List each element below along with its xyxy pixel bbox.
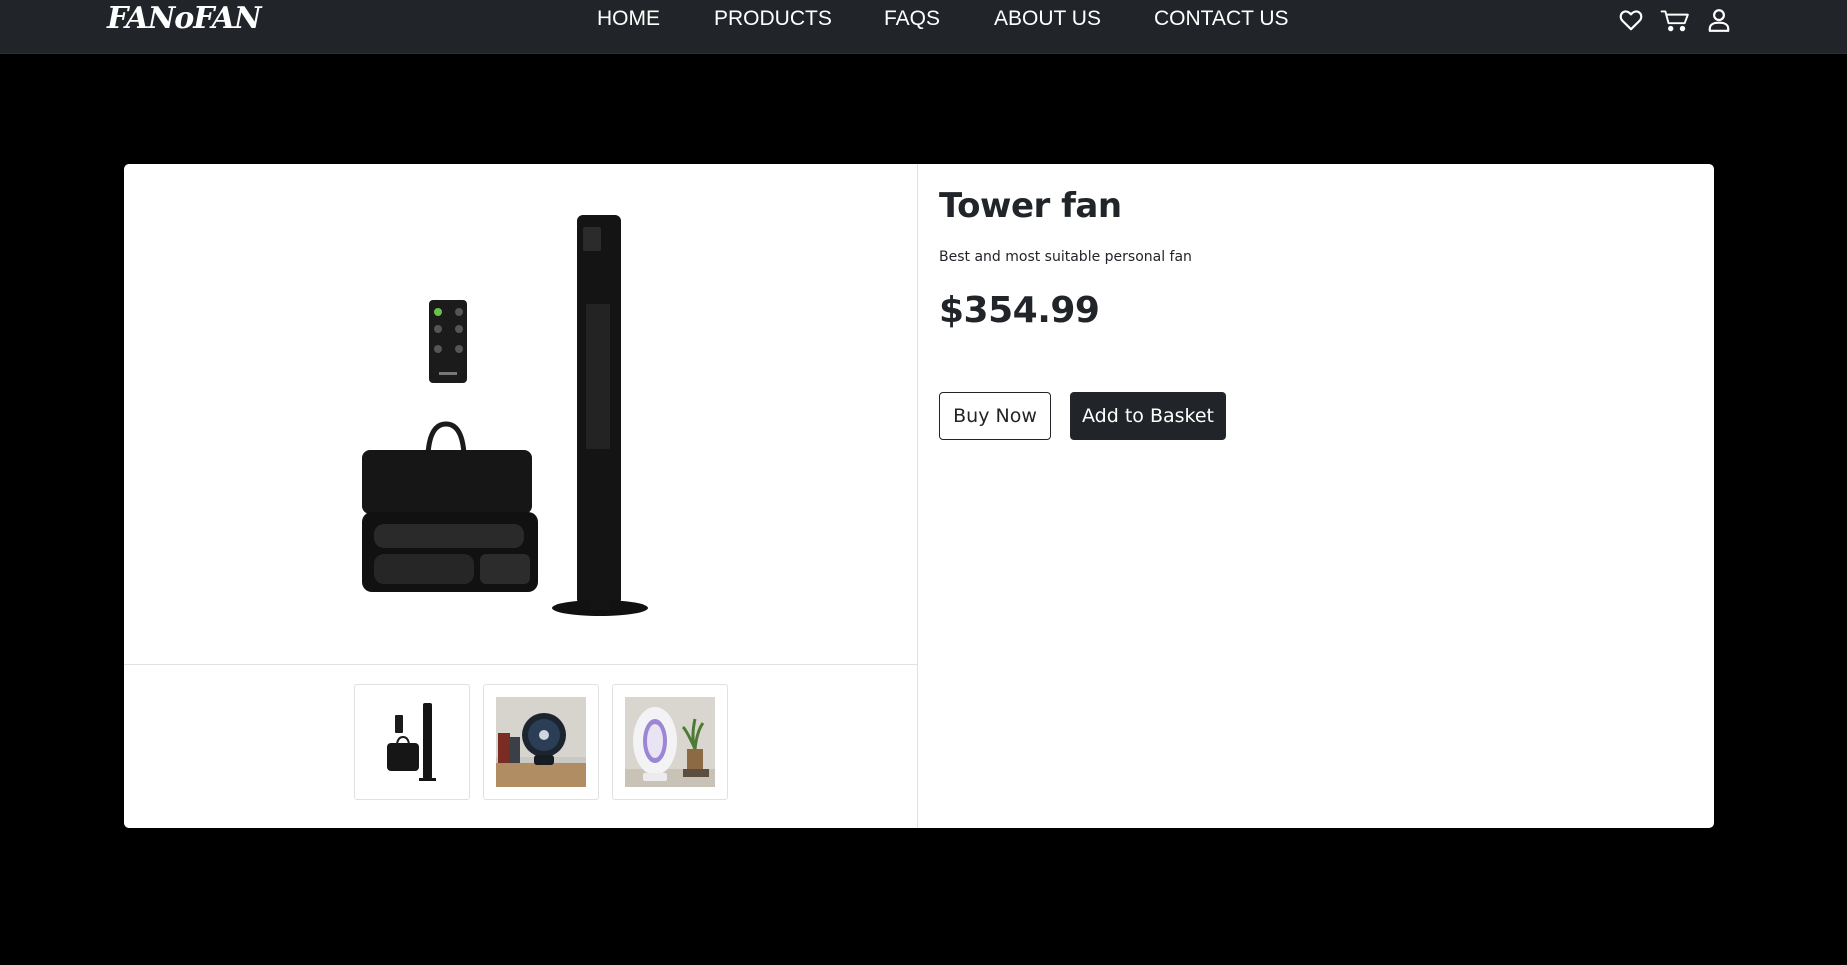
nav-link-contact-us[interactable]: CONTACT US: [1154, 0, 1289, 38]
remote-control-image: [429, 300, 467, 383]
thumbnail-desk-fan[interactable]: [483, 684, 599, 800]
user-icon[interactable]: [1706, 7, 1732, 33]
thumbnail-bladeless-fan-image: [625, 697, 715, 787]
thumbnail-tower-fan[interactable]: [354, 684, 470, 800]
product-gallery: [124, 164, 918, 828]
cart-icon[interactable]: [1660, 7, 1690, 33]
product-card: Tower fan Best and most suitable persona…: [124, 164, 1714, 828]
top-navbar: FANoFAN HOME PRODUCTS FAQS ABOUT US CONT…: [0, 0, 1847, 54]
main-product-image: [124, 164, 917, 665]
carry-bag-image: [362, 421, 538, 592]
product-price: $354.99: [939, 290, 1100, 331]
nav-link-about-us[interactable]: ABOUT US: [994, 0, 1101, 38]
product-title: Tower fan: [939, 186, 1122, 226]
buy-now-button[interactable]: Buy Now: [939, 392, 1051, 440]
nav-link-faqs[interactable]: FAQS: [884, 0, 940, 38]
nav-link-products[interactable]: PRODUCTS: [714, 0, 832, 38]
nav-link-home[interactable]: HOME: [597, 0, 660, 38]
thumbnail-bladeless-fan[interactable]: [612, 684, 728, 800]
brand-logo[interactable]: FANoFAN: [107, 0, 261, 38]
product-description: Best and most suitable personal fan: [939, 249, 1192, 265]
tower-fan-image: [552, 215, 648, 616]
add-to-basket-button[interactable]: Add to Basket: [1070, 392, 1226, 440]
product-details: Tower fan Best and most suitable persona…: [939, 164, 1699, 828]
heart-icon[interactable]: [1618, 7, 1644, 33]
thumbnail-desk-fan-image: [496, 697, 586, 787]
thumbnail-tower-fan-image: [367, 697, 457, 787]
